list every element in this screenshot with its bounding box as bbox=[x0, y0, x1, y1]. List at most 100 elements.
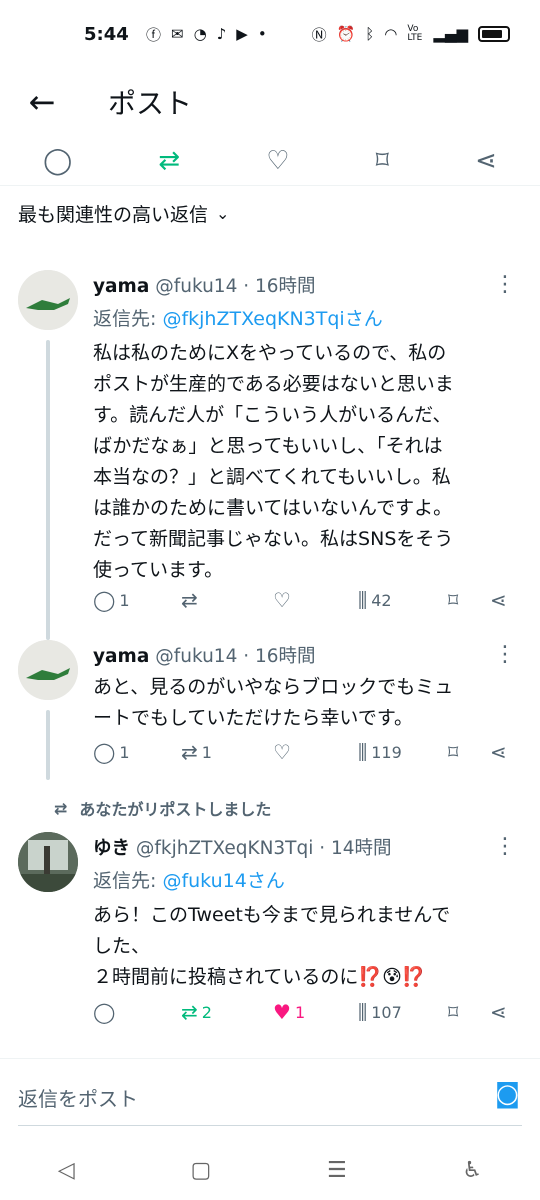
main-post-actions: ◯ ⇄ ♡ ⌑ ⋖ bbox=[0, 136, 540, 186]
back-triangle-icon[interactable]: ◁ bbox=[58, 1158, 75, 1183]
heart-icon: ♡ bbox=[273, 588, 291, 612]
page-title: ポスト bbox=[108, 87, 193, 120]
bookmark-icon: ⌑ bbox=[448, 740, 459, 764]
reply-input[interactable]: 返信をポスト bbox=[18, 1083, 138, 1112]
handle-time: @fkjhZTXeqKN3Tqi · 14時間 bbox=[135, 838, 392, 859]
repost-count: 1 bbox=[201, 742, 212, 762]
reply-button[interactable]: ◯ 1 bbox=[93, 740, 130, 764]
facebook-icon: ⓕ bbox=[146, 25, 162, 44]
more-notifications-icon: • bbox=[257, 25, 267, 43]
mail-icon: ✉ bbox=[171, 25, 184, 43]
avatar[interactable] bbox=[18, 640, 78, 700]
repost-note-text: あなたがリポストしました bbox=[79, 800, 272, 819]
avatar[interactable] bbox=[18, 270, 78, 330]
bookmark-icon: ⌑ bbox=[448, 1000, 459, 1024]
reply-count: 1 bbox=[119, 590, 130, 610]
avatar-image bbox=[18, 640, 78, 700]
heart-icon[interactable]: ♡ bbox=[266, 146, 289, 176]
views-button[interactable]: ⫼ 42 bbox=[358, 588, 392, 612]
status-time: 5:44 bbox=[84, 23, 129, 45]
repost-note: ⇄ あなたがリポストしました bbox=[54, 796, 271, 820]
recents-menu-icon[interactable]: ☰ bbox=[327, 1158, 347, 1183]
more-options-icon[interactable]: ⋮ bbox=[494, 834, 516, 859]
reply-sort-selector[interactable]: 最も関連性の高い返信 ⌄ bbox=[18, 200, 229, 227]
bookmark-icon[interactable]: ⌑ bbox=[376, 146, 389, 176]
repost-button[interactable]: ⇄ 2 bbox=[181, 1000, 212, 1024]
youtube-icon: ▶ bbox=[236, 25, 248, 43]
tiktok-icon: ♪ bbox=[216, 25, 227, 43]
reply-button[interactable]: ◯ bbox=[93, 1000, 119, 1024]
reply-to-handle[interactable]: @fuku14さん bbox=[162, 870, 284, 892]
camera-button[interactable]: ◙ bbox=[495, 1079, 520, 1109]
repost-button[interactable]: ⇄ 1 bbox=[181, 740, 212, 764]
post-header: ゆき @fkjhZTXeqKN3Tqi · 14時間 bbox=[93, 834, 392, 860]
reply-button[interactable]: ◯ 1 bbox=[93, 588, 130, 612]
system-nav-bar: ◁ ▢ ☰ ♿ bbox=[0, 1140, 540, 1200]
avatar-image bbox=[18, 832, 78, 892]
camera-icon: ◙ bbox=[494, 1079, 520, 1109]
views-button[interactable]: ⫼ 119 bbox=[358, 740, 402, 764]
chevron-down-icon: ⌄ bbox=[216, 204, 230, 223]
reply-post[interactable]: ゆき @fkjhZTXeqKN3Tqi · 14時間 ⋮ 返信先: @fuku1… bbox=[0, 832, 540, 1032]
repost-button[interactable]: ⇄ bbox=[181, 588, 202, 612]
repost-icon: ⇄ bbox=[181, 740, 198, 764]
share-icon: ⋖ bbox=[490, 1000, 507, 1024]
reply-to-prefix: 返信先: bbox=[93, 308, 163, 330]
sort-label: 最も関連性の高い返信 bbox=[18, 204, 209, 226]
avatar-image bbox=[18, 270, 78, 330]
post-text: あら！このTweetも今まで見られませんで した、 ２時間前に投稿されているのに… bbox=[93, 904, 451, 988]
bluetooth-icon: ᛒ bbox=[365, 25, 375, 43]
bookmark-icon: ⌑ bbox=[448, 588, 459, 612]
reply-to-prefix: 返信先: bbox=[93, 870, 163, 892]
reply-post[interactable]: yama @fuku14 · 16時間 ⋮ 返信先: @fkjhZTXeqKN3… bbox=[0, 270, 540, 630]
bookmark-button[interactable]: ⌑ bbox=[448, 588, 458, 612]
bookmark-button[interactable]: ⌑ bbox=[448, 1000, 458, 1024]
repost-icon[interactable]: ⇄ bbox=[158, 146, 180, 176]
accessibility-icon[interactable]: ♿ bbox=[462, 1158, 482, 1183]
post-header: yama @fuku14 · 16時間 bbox=[93, 642, 316, 668]
home-square-icon[interactable]: ▢ bbox=[190, 1158, 211, 1183]
reply-post[interactable]: yama @fuku14 · 16時間 ⋮ あと、見るのがいやならブロックでもミ… bbox=[0, 640, 540, 770]
like-button[interactable]: ♥ 1 bbox=[273, 1000, 305, 1024]
heart-icon: ♡ bbox=[273, 740, 291, 764]
display-name[interactable]: yama bbox=[93, 276, 149, 297]
reply-composer: 返信をポスト ◙ bbox=[0, 1058, 540, 1130]
reply-to: 返信先: @fuku14さん bbox=[93, 866, 285, 893]
like-count: 1 bbox=[294, 1002, 306, 1022]
reply-count: 1 bbox=[119, 742, 130, 762]
reply-icon: ◯ bbox=[93, 1000, 116, 1024]
more-options-icon[interactable]: ⋮ bbox=[494, 642, 516, 667]
post-text: 私は私のためにXをやっているので、私の ポストが生産的である必要はないと思いま … bbox=[93, 342, 454, 581]
reply-icon[interactable]: ◯ bbox=[43, 146, 72, 176]
avatar[interactable] bbox=[18, 832, 78, 892]
share-icon: ⋖ bbox=[490, 740, 507, 764]
arrow-left-icon: ← bbox=[28, 83, 56, 121]
post-header: yama @fuku14 · 16時間 bbox=[93, 272, 316, 298]
post-actions: ◯ ⇄ 2 ♥ 1 ⫼ 107 ⌑ ⋖ bbox=[93, 1000, 518, 1030]
like-button[interactable]: ♡ bbox=[273, 588, 295, 612]
post-actions: ◯ 1 ⇄ 1 ♡ ⫼ 119 ⌑ ⋖ bbox=[93, 740, 518, 770]
share-button[interactable]: ⋖ bbox=[490, 1000, 507, 1024]
system-icons: Ⓝ ⏰ ᛒ ◠ Vo LTE ▂▄▆ bbox=[312, 24, 510, 45]
alarm-icon: ⏰ bbox=[336, 25, 356, 43]
more-options-icon[interactable]: ⋮ bbox=[494, 272, 516, 297]
reply-to-handle[interactable]: @fkjhZTXeqKN3Tqiさん bbox=[162, 308, 382, 330]
composer-divider bbox=[18, 1125, 522, 1126]
display-name[interactable]: ゆき bbox=[93, 838, 130, 859]
share-icon[interactable]: ⋖ bbox=[475, 146, 497, 176]
view-count: 119 bbox=[371, 742, 402, 762]
reply-icon: ◯ bbox=[93, 740, 116, 764]
bookmark-button[interactable]: ⌑ bbox=[448, 740, 458, 764]
back-button[interactable]: ← bbox=[0, 68, 84, 136]
post-actions: ◯ 1 ⇄ ♡ ⫼ 42 ⌑ ⋖ bbox=[93, 588, 518, 618]
like-button[interactable]: ♡ bbox=[273, 740, 295, 764]
share-button[interactable]: ⋖ bbox=[490, 740, 507, 764]
share-button[interactable]: ⋖ bbox=[490, 588, 507, 612]
post-text: あと、見るのがいやならブロックでもミュ ートでもしていただけたら幸いです。 bbox=[93, 676, 454, 729]
signal-icon: ▂▄▆ bbox=[433, 25, 468, 43]
views-button[interactable]: ⫼ 107 bbox=[358, 1000, 402, 1024]
repost-icon: ⇄ bbox=[54, 798, 68, 818]
repost-count: 2 bbox=[201, 1002, 212, 1022]
battery-icon bbox=[478, 26, 510, 42]
display-name[interactable]: yama bbox=[93, 646, 149, 667]
